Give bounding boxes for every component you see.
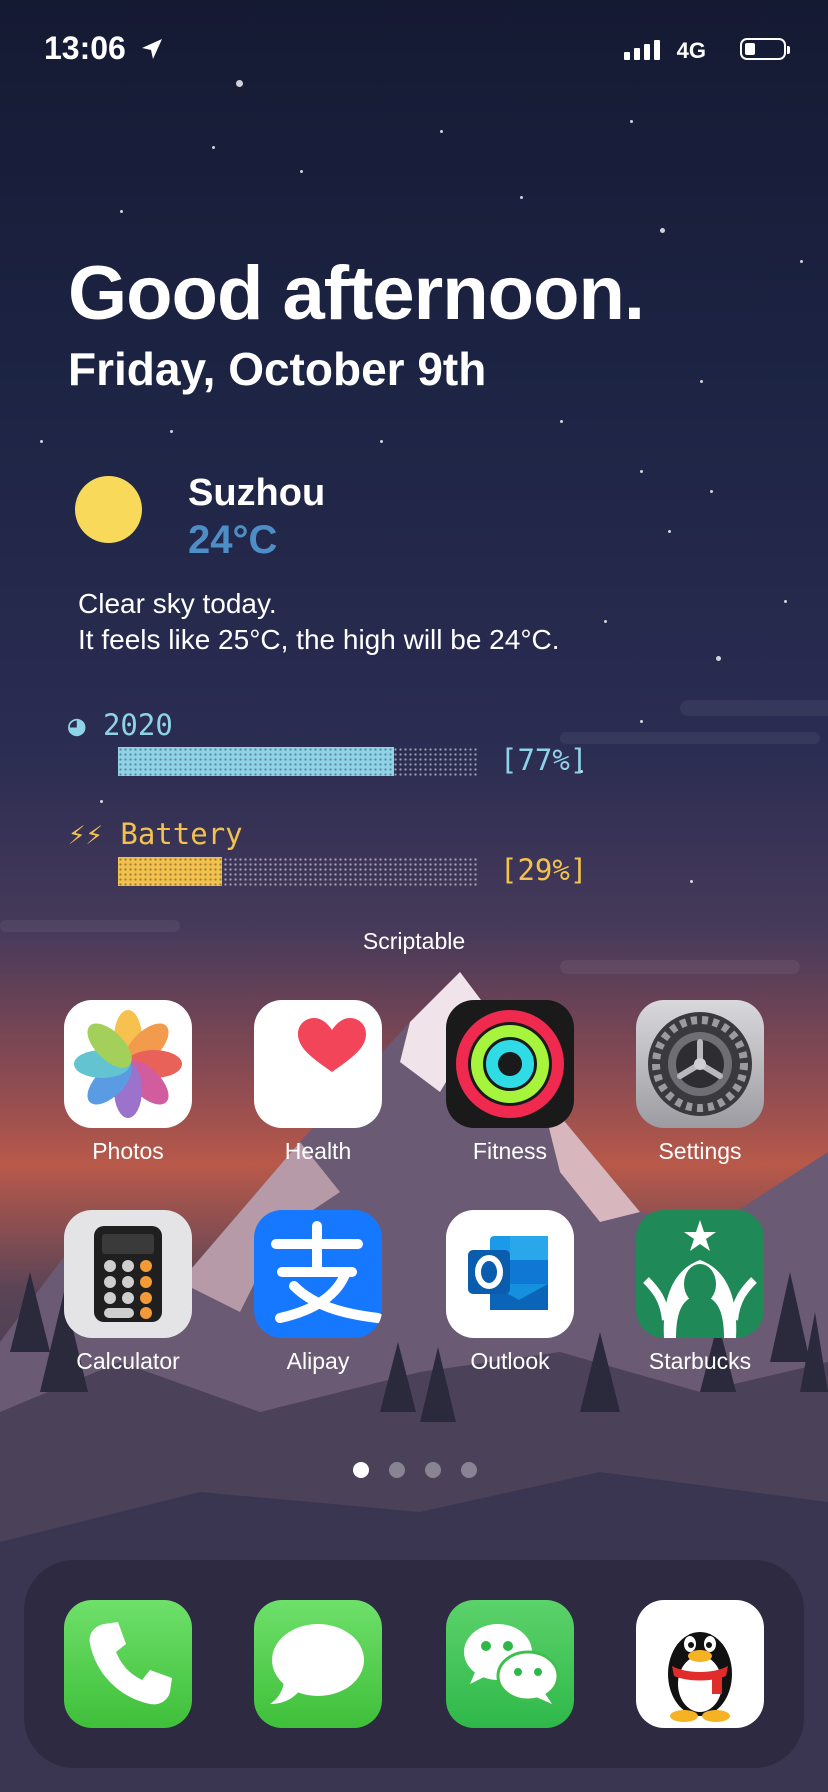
app-label: Fitness bbox=[472, 1138, 548, 1164]
app-label: Health bbox=[284, 1138, 352, 1164]
page-dot[interactable] bbox=[389, 1462, 405, 1478]
qq-penguin-icon bbox=[636, 1600, 764, 1728]
page-dot[interactable] bbox=[461, 1462, 477, 1478]
app-label: Calculator bbox=[76, 1348, 180, 1374]
network-type: 4G bbox=[676, 38, 706, 63]
dock-app-wechat[interactable] bbox=[446, 1600, 574, 1728]
page-dot[interactable] bbox=[425, 1462, 441, 1478]
alipay-icon bbox=[254, 1210, 382, 1338]
battery-progress-percent: [29%] bbox=[500, 853, 588, 887]
page-indicator[interactable] bbox=[353, 1462, 477, 1478]
starbucks-siren-icon bbox=[636, 1210, 764, 1338]
app-label: Outlook bbox=[470, 1348, 550, 1374]
battery-progress-label: ⚡⚡ Battery bbox=[68, 817, 243, 851]
battery-icon bbox=[740, 38, 790, 60]
weather-description: Clear sky today. It feels like 25°C, the… bbox=[78, 586, 560, 658]
date-text: Friday, October 9th bbox=[68, 343, 487, 395]
photos-icon bbox=[64, 1000, 192, 1128]
cellular-signal-icon bbox=[624, 40, 660, 60]
year-progress-bar bbox=[118, 747, 477, 776]
outlook-icon bbox=[446, 1210, 574, 1338]
wechat-icon bbox=[446, 1600, 574, 1728]
dock-app-qq[interactable] bbox=[636, 1600, 764, 1728]
app-calculator[interactable]: Calculator bbox=[64, 1210, 192, 1375]
health-heart-icon bbox=[254, 1000, 382, 1128]
calculator-icon bbox=[64, 1210, 192, 1338]
fitness-rings-icon bbox=[446, 1000, 574, 1128]
lightning-icon: ⚡⚡ bbox=[68, 817, 103, 851]
weather-city: Suzhou bbox=[188, 472, 326, 514]
dock-app-messages[interactable] bbox=[254, 1600, 382, 1728]
app-label: Starbucks bbox=[648, 1348, 752, 1374]
app-starbucks[interactable]: Starbucks bbox=[636, 1210, 764, 1375]
weather-line-2: It feels like 25°C, the high will be 24°… bbox=[78, 624, 560, 655]
app-label: Alipay bbox=[286, 1348, 350, 1374]
app-alipay[interactable]: Alipay bbox=[254, 1210, 382, 1375]
year-progress-icon: ◕ bbox=[68, 708, 86, 742]
widget-title: Scriptable bbox=[362, 928, 466, 954]
year-progress-label: ◕ 2020 bbox=[68, 708, 173, 742]
status-time: 13:06 bbox=[44, 30, 126, 66]
weather-line-1: Clear sky today. bbox=[78, 588, 277, 619]
app-health[interactable]: Health bbox=[254, 1000, 382, 1165]
sun-icon bbox=[75, 476, 142, 543]
year-progress-percent: [77%] bbox=[500, 743, 588, 777]
dock-app-phone[interactable] bbox=[64, 1600, 192, 1728]
app-outlook[interactable]: Outlook bbox=[446, 1210, 574, 1375]
page-dot[interactable] bbox=[353, 1462, 369, 1478]
weather-temperature: 24°C bbox=[188, 518, 278, 562]
status-bar: 13:06 4G bbox=[44, 30, 792, 70]
location-arrow-icon bbox=[142, 39, 162, 59]
battery-progress-fill bbox=[118, 857, 223, 886]
app-label: Settings bbox=[658, 1138, 742, 1164]
phone-icon bbox=[64, 1600, 192, 1728]
battery-progress-bar bbox=[118, 857, 477, 886]
year-progress-fill bbox=[118, 747, 395, 776]
messages-icon bbox=[254, 1600, 382, 1728]
greeting-text: Good afternoon. bbox=[68, 251, 645, 336]
settings-gear-icon bbox=[636, 1000, 764, 1128]
app-photos[interactable]: Photos bbox=[64, 1000, 192, 1165]
app-label: Photos bbox=[92, 1138, 164, 1164]
app-fitness[interactable]: Fitness bbox=[446, 1000, 574, 1165]
dock bbox=[24, 1560, 804, 1768]
app-settings[interactable]: Settings bbox=[636, 1000, 764, 1165]
